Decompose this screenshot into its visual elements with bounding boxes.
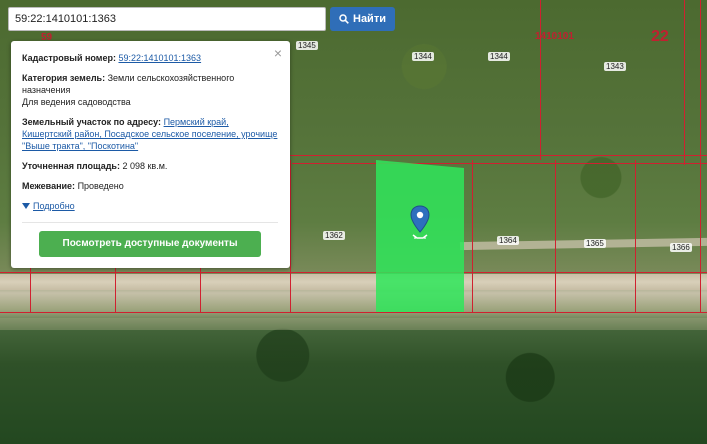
search-icon — [339, 14, 349, 24]
divider — [22, 222, 278, 223]
cadastral-link[interactable]: 59:22:1410101:1363 — [118, 53, 201, 63]
boundary-line — [635, 160, 636, 312]
parcel-number: 1343 — [604, 62, 626, 71]
triangle-down-icon — [22, 203, 30, 209]
parcel-info-popup: × Кадастровый номер: 59:22:1410101:1363 … — [11, 41, 290, 268]
parcel-number: 1345 — [296, 41, 318, 50]
boundary-line — [0, 312, 707, 313]
area-row: Уточненная площадь: 2 098 кв.м. — [22, 160, 278, 172]
boundary-line — [115, 268, 116, 312]
survey-row: Межевание: Проведено — [22, 180, 278, 192]
search-button-label: Найти — [353, 13, 386, 25]
parcel-number: 1344 — [412, 52, 434, 61]
search-input[interactable] — [9, 8, 325, 30]
clearing-strip — [0, 318, 707, 330]
category-row: Категория земель: Земли сельскохозяйстве… — [22, 72, 278, 108]
area-label: Уточненная площадь: — [22, 161, 120, 171]
view-documents-button[interactable]: Посмотреть доступные документы — [39, 231, 261, 257]
address-label: Земельный участок по адресу: — [22, 117, 162, 127]
main-road — [0, 274, 707, 290]
boundary-line — [540, 0, 541, 160]
search-field[interactable] — [8, 7, 326, 31]
usage-value: Для ведения садоводства — [22, 97, 131, 107]
boundary-line — [555, 160, 556, 312]
parcel-number: 1364 — [497, 236, 519, 245]
area-value: 2 098 кв.м. — [122, 161, 168, 171]
boundary-line — [0, 272, 707, 273]
survey-value: Проведено — [77, 181, 124, 191]
parcel-number: 1362 — [323, 231, 345, 240]
parcel-number: 1365 — [584, 239, 606, 248]
boundary-line — [472, 160, 473, 312]
cadastral-row: Кадастровый номер: 59:22:1410101:1363 — [22, 52, 278, 64]
boundary-line — [200, 268, 201, 312]
address-row: Земельный участок по адресу: Пермский кр… — [22, 116, 278, 152]
boundary-line — [290, 155, 707, 156]
boundary-line — [700, 0, 701, 312]
location-pin-icon[interactable] — [409, 205, 431, 241]
quarter-label: 1410101 — [535, 31, 574, 42]
close-icon[interactable]: × — [274, 46, 282, 60]
boundary-line — [30, 268, 31, 312]
parcel-number: 1344 — [488, 52, 510, 61]
details-toggle[interactable]: Подробно — [22, 200, 278, 212]
quarter-label: 22 — [651, 28, 669, 45]
cadastral-label: Кадастровый номер: — [22, 53, 116, 63]
boundary-line — [292, 163, 707, 164]
search-button[interactable]: Найти — [330, 7, 395, 31]
boundary-line — [684, 0, 685, 165]
details-link[interactable]: Подробно — [33, 200, 75, 212]
parcel-number: 1366 — [670, 243, 692, 252]
survey-label: Межевание: — [22, 181, 76, 191]
boundary-line — [290, 160, 291, 312]
category-label: Категория земель: — [22, 73, 106, 83]
